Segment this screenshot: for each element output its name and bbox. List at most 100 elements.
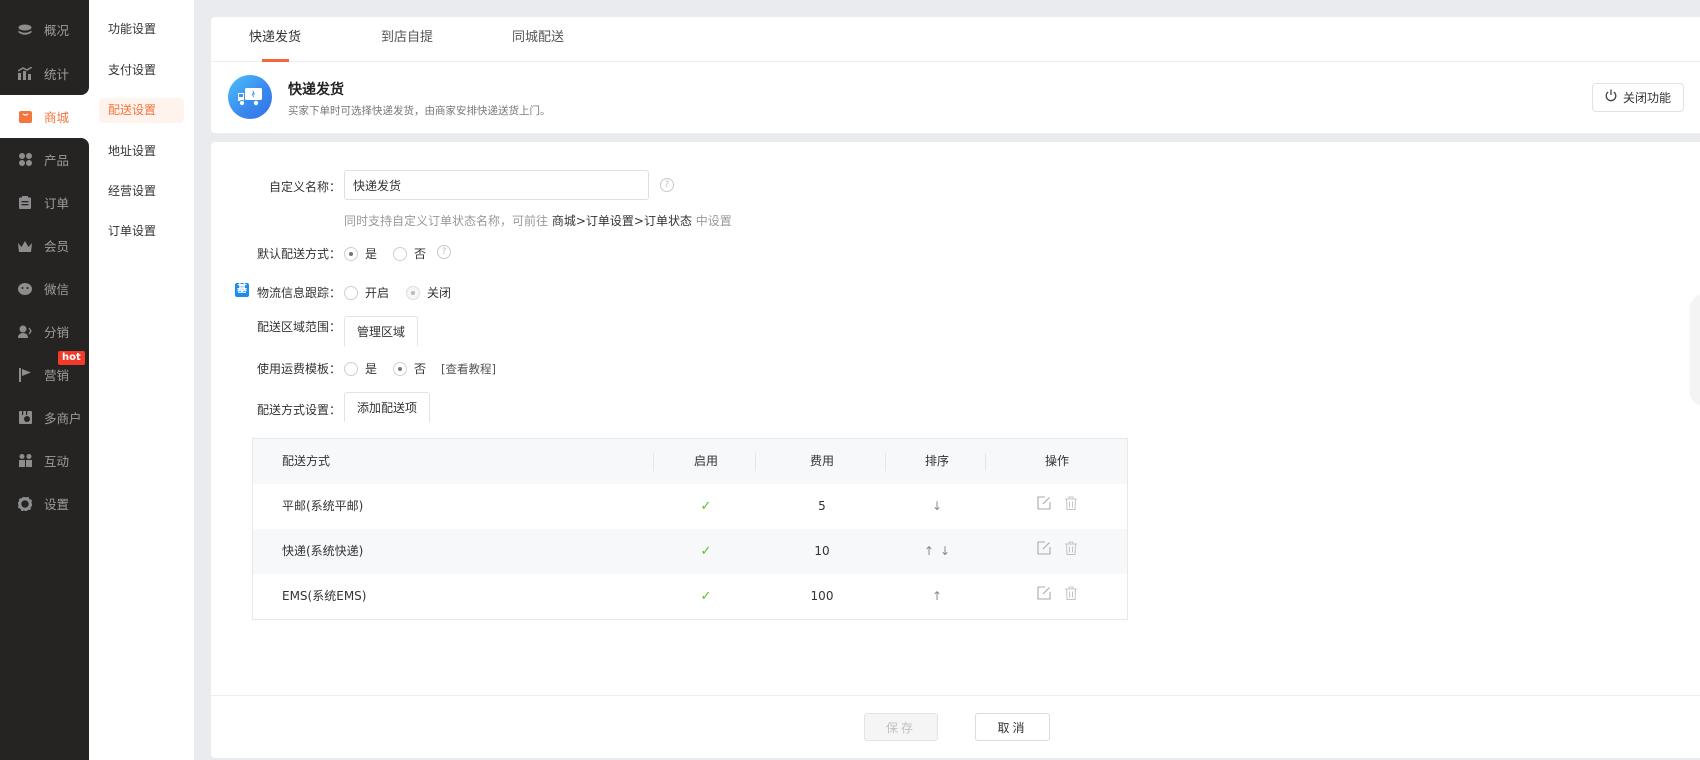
save-button[interactable]: 保存: [864, 713, 938, 741]
arrow-up-icon[interactable]: ↑: [932, 589, 942, 603]
delivery-methods-label: 配送方式设置：: [256, 403, 341, 417]
edit-icon[interactable]: [1037, 529, 1051, 574]
grid-icon: [18, 153, 32, 167]
tab-local-delivery[interactable]: 同城配送: [512, 17, 564, 62]
edit-icon[interactable]: [1037, 484, 1051, 529]
hero-description: 买家下单时可选择快递发货，由商家安排快递送货上门。: [288, 105, 551, 117]
cancel-button[interactable]: 取消: [975, 713, 1050, 741]
sidebar-item-label: 产品: [44, 153, 70, 168]
sidebar-item-overview[interactable]: 概况: [0, 8, 89, 51]
delivery-header-card: 快递发货 到店自提 同城配送 快递发货 买家下单时可选择快递发货，由商家安排快递…: [211, 17, 1700, 133]
help-icon[interactable]: ?: [437, 245, 451, 259]
table-row: 快递(系统快递) ✓ 10 ↑ ↓: [253, 529, 1127, 574]
sidebar-item-label: 分销: [44, 325, 70, 340]
footer-divider: [211, 695, 1700, 696]
sidebar-item-interaction[interactable]: 互动: [0, 439, 89, 482]
freight-template-yes-radio[interactable]: 是: [344, 360, 377, 377]
radio-label: 否: [414, 362, 427, 376]
subnav-item-function-settings[interactable]: 功能设置: [99, 17, 184, 42]
sidebar-item-statistics[interactable]: 统计: [0, 52, 89, 95]
default-method-no-radio[interactable]: 否: [393, 245, 426, 262]
crown-icon: [18, 239, 32, 253]
layers-icon: [18, 23, 32, 37]
hint-path: 商城>订单设置>订单状态: [551, 214, 692, 228]
column-header-fee: 费用: [809, 454, 834, 468]
arrow-down-icon[interactable]: ↓: [940, 544, 950, 558]
method-name: 快递(系统快递): [282, 544, 364, 558]
subnav-item-address-settings[interactable]: 地址设置: [99, 139, 184, 164]
sidebar-item-label: 互动: [44, 454, 70, 469]
sidebar-item-label: 多商户: [44, 411, 82, 426]
manage-area-button[interactable]: 管理区域: [344, 316, 419, 346]
view-tutorial-link[interactable]: [查看教程]: [441, 361, 496, 377]
column-divider: [755, 453, 756, 471]
column-header-enabled: 启用: [693, 454, 718, 468]
sidebar-item-label: 会员: [44, 239, 70, 254]
default-method-label: 默认配送方式：: [256, 247, 341, 261]
primary-sidebar: 概况 统计 商城 产品 订单 会员 微信 分销 营销 hot 多商户 互动 设置: [0, 0, 89, 760]
sidebar-item-settings[interactable]: 设置: [0, 482, 89, 525]
sidebar-item-label: 微信: [44, 282, 70, 297]
add-delivery-item-button[interactable]: 添加配送项: [344, 392, 431, 422]
subnav-item-payment-settings[interactable]: 支付设置: [99, 58, 184, 83]
hint-prefix: 同时支持自定义订单状态名称，可前往: [344, 214, 549, 228]
fee-value: 100: [810, 589, 834, 603]
tab-express[interactable]: 快递发货: [249, 17, 301, 62]
column-divider: [653, 453, 654, 471]
sidebar-item-wechat[interactable]: 微信: [0, 267, 89, 310]
hot-badge: hot: [58, 351, 85, 365]
sidebar-item-members[interactable]: 会员: [0, 224, 89, 267]
enabled-cell: ✓: [655, 529, 757, 574]
arrow-up-icon[interactable]: ↑: [924, 544, 934, 558]
radio-dot: [344, 246, 358, 261]
check-icon: ✓: [700, 589, 712, 604]
subnav-item-business-settings[interactable]: 经营设置: [99, 179, 184, 204]
logistics-tracking-off-radio[interactable]: 关闭: [406, 284, 451, 301]
wechat-icon: [18, 282, 32, 296]
column-header-sort: 排序: [924, 454, 949, 468]
freight-template-no-radio[interactable]: 否: [393, 360, 426, 377]
sidebar-item-label: 商城: [44, 110, 70, 125]
power-icon: [1605, 89, 1617, 106]
subnav-item-order-settings[interactable]: 订单设置: [99, 219, 184, 244]
delivery-tabs: 快递发货 到店自提 同城配送: [211, 17, 1700, 62]
delete-icon[interactable]: [1064, 484, 1077, 529]
custom-name-input[interactable]: [344, 170, 649, 200]
radio-dot: [406, 285, 420, 300]
logistics-tracking-label: 物流信息跟踪：: [256, 286, 341, 300]
sidebar-item-orders[interactable]: 订单: [0, 181, 89, 224]
bar-chart-icon: [18, 67, 32, 81]
sidebar-item-mall[interactable]: 商城: [0, 95, 89, 138]
table-header: 配送方式 启用 费用 排序 操作: [253, 439, 1127, 484]
sidebar-item-products[interactable]: 产品: [0, 138, 89, 181]
user-share-icon: [18, 325, 32, 339]
help-icon[interactable]: ?: [660, 178, 674, 192]
edit-icon[interactable]: [1037, 574, 1051, 619]
column-divider: [985, 453, 986, 471]
fee-value: 10: [814, 544, 830, 558]
actions-cell: [987, 529, 1127, 574]
close-feature-button[interactable]: 关闭功能: [1592, 83, 1684, 112]
radio-label: 否: [414, 247, 427, 261]
sidebar-item-distribution[interactable]: 分销: [0, 310, 89, 353]
enabled-cell: ✓: [655, 574, 757, 619]
logistics-tracking-on-radio[interactable]: 开启: [344, 284, 389, 301]
arrow-down-icon[interactable]: ↓: [932, 499, 942, 513]
delete-icon[interactable]: [1064, 574, 1077, 619]
delete-icon[interactable]: [1064, 529, 1077, 574]
default-method-yes-radio[interactable]: 是: [344, 245, 377, 262]
tab-store-pickup[interactable]: 到店自提: [381, 17, 433, 62]
sort-cell: ↓: [887, 484, 987, 529]
hint-suffix: 中设置: [695, 214, 732, 228]
column-header-method: 配送方式: [282, 454, 331, 468]
sidebar-item-label: 统计: [44, 67, 70, 82]
truck-icon: [228, 75, 272, 119]
sidebar-item-multi-merchant[interactable]: 多商户: [0, 396, 89, 439]
sidebar-item-label: 订单: [44, 196, 70, 211]
people-icon: [18, 454, 32, 468]
subnav-item-delivery-settings[interactable]: 配送设置: [99, 98, 184, 123]
flag-icon: [18, 367, 32, 382]
side-drawer-handle[interactable]: [1691, 295, 1700, 405]
enabled-cell: ✓: [655, 484, 757, 529]
sidebar-item-label: 设置: [44, 497, 70, 512]
